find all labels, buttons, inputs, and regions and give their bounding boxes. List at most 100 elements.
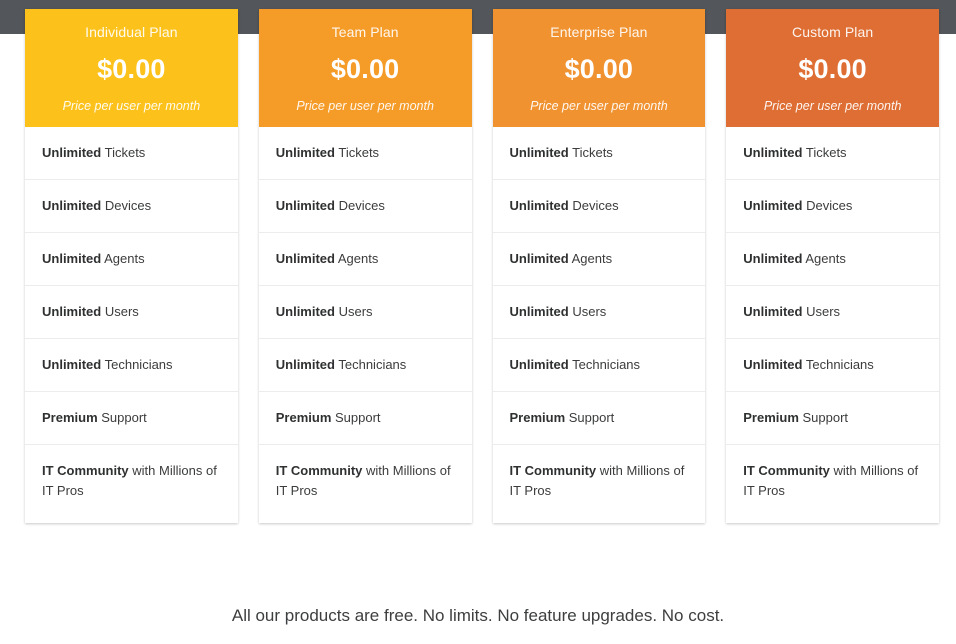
plan-price-period: Price per user per month (62, 99, 201, 113)
plan-header: Custom Plan $0.00 Price per user per month (726, 9, 939, 127)
feature-highlight: Unlimited (509, 357, 569, 372)
feature-highlight: Unlimited (743, 198, 803, 213)
plan-price: $0.00 (564, 54, 634, 84)
plan-feature-row: Unlimited Users (25, 286, 238, 339)
plan-feature-list: Unlimited Tickets Unlimited Devices Unlimi… (25, 127, 238, 523)
feature-highlight: Premium (509, 410, 566, 425)
feature-text: Devices (101, 198, 152, 213)
feature-text: Technicians (101, 357, 173, 372)
plan-feature-row: Unlimited Devices (25, 180, 238, 233)
plan-price-period: Price per user per month (763, 99, 902, 113)
feature-text: Agents (334, 251, 379, 266)
plan-price-period: Price per user per month (530, 99, 668, 113)
plan-feature-row: IT Community with Millions of IT Pros (493, 445, 706, 523)
plan-feature-row: Unlimited Technicians (492, 339, 706, 392)
plan-feature-row: Premium Support (25, 392, 238, 445)
feature-highlight: Unlimited (275, 304, 335, 319)
feature-text: Tickets (568, 145, 613, 160)
feature-highlight: Unlimited (42, 251, 102, 266)
plan-feature-row: Unlimited Tickets (492, 127, 706, 180)
feature-text: Devices (568, 198, 619, 213)
plan-feature-row: Unlimited Users (258, 286, 472, 339)
plan-feature-row: Unlimited Technicians (258, 339, 472, 392)
plan-name: Enterprise Plan (550, 24, 648, 40)
plan-feature-row: Unlimited Tickets (726, 127, 939, 180)
feature-highlight: Unlimited (743, 145, 803, 160)
feature-highlight: Premium (275, 410, 332, 425)
plan-feature-row: Unlimited Users (726, 286, 939, 339)
plan-feature-row: Premium Support (258, 392, 472, 445)
feature-highlight: Unlimited (42, 145, 102, 160)
pricing-tagline: All our products are free. No limits. No… (231, 606, 725, 625)
plan-card[interactable]: Custom Plan $0.00 Price per user per month… (726, 9, 939, 523)
plan-card[interactable]: Individual Plan $0.00 Price per user per m… (25, 9, 238, 523)
plan-header: Team Plan $0.00 Price per user per month (258, 9, 472, 127)
plan-header: Enterprise Plan $0.00 Price per user per m… (492, 9, 706, 127)
feature-highlight: Unlimited (42, 198, 102, 213)
plan-feature-row: Unlimited Devices (726, 180, 939, 233)
feature-text: Support (97, 410, 147, 425)
plan-name: Custom Plan (792, 24, 874, 40)
feature-text: Devices (334, 198, 385, 213)
plan-name: Team Plan (331, 24, 399, 40)
feature-highlight: Unlimited (275, 357, 335, 372)
feature-text: Technicians (568, 357, 641, 372)
feature-text: Tickets (101, 145, 146, 160)
feature-text: Tickets (334, 145, 380, 160)
plan-feature-row: Unlimited Tickets (25, 127, 238, 180)
plan-name: Individual Plan (85, 24, 178, 40)
feature-highlight: Unlimited (509, 251, 569, 266)
feature-highlight: Unlimited (743, 304, 803, 319)
feature-highlight: Premium (743, 410, 799, 425)
feature-text: Agents (101, 251, 145, 266)
feature-text: Support (331, 410, 381, 425)
feature-text: Support (565, 410, 615, 425)
feature-highlight: IT Community (42, 463, 129, 478)
feature-highlight: Unlimited (275, 198, 335, 213)
feature-text: Agents (802, 251, 846, 266)
plan-feature-row: Unlimited Agents (258, 233, 472, 286)
plan-feature-row: Unlimited Agents (726, 233, 939, 286)
plan-feature-row: Premium Support (492, 392, 706, 445)
plan-price: $0.00 (97, 54, 166, 84)
plan-feature-row: Unlimited Users (492, 286, 706, 339)
feature-text: Users (101, 304, 139, 319)
feature-highlight: Unlimited (509, 304, 569, 319)
plan-feature-row: IT Community with Millions of IT Pros (259, 445, 472, 523)
plan-feature-row: IT Community with Millions of IT Pros (726, 445, 939, 523)
plan-feature-list: Unlimited Tickets Unlimited Devices Unlimi… (492, 127, 706, 523)
plan-feature-row: Unlimited Agents (492, 233, 706, 286)
plan-card[interactable]: Enterprise Plan $0.00 Price per user per m… (492, 9, 706, 523)
plan-feature-row: Premium Support (726, 392, 939, 445)
feature-highlight: Unlimited (42, 357, 102, 372)
plan-feature-row: Unlimited Tickets (258, 127, 472, 180)
plan-header: Individual Plan $0.00 Price per user per m… (25, 9, 238, 127)
plan-feature-row: Unlimited Technicians (25, 339, 238, 392)
plan-feature-row: Unlimited Technicians (726, 339, 939, 392)
feature-highlight: IT Community (275, 463, 363, 478)
feature-text: Tickets (802, 145, 847, 160)
plan-feature-row: Unlimited Agents (25, 233, 238, 286)
feature-text: Users (568, 304, 607, 319)
plan-feature-row: Unlimited Devices (258, 180, 472, 233)
pricing-plans-container: Individual Plan $0.00 Price per user per m… (25, 9, 939, 523)
feature-highlight: Unlimited (42, 304, 102, 319)
pricing-page: Individual Plan $0.00 Price per user per m… (0, 0, 956, 644)
feature-text: Devices (802, 198, 853, 213)
feature-highlight: IT Community (743, 463, 830, 478)
feature-text: Users (334, 304, 373, 319)
feature-text: Users (802, 304, 841, 319)
plan-price-period: Price per user per month (296, 99, 434, 113)
feature-text: Agents (568, 251, 613, 266)
plan-feature-list: Unlimited Tickets Unlimited Devices Unlimi… (258, 127, 472, 523)
feature-highlight: Unlimited (275, 251, 335, 266)
feature-text: Technicians (334, 357, 407, 372)
plan-feature-row: Unlimited Devices (492, 180, 706, 233)
plan-card[interactable]: Team Plan $0.00 Price per user per month Un… (258, 9, 472, 523)
feature-highlight: Premium (42, 410, 98, 425)
feature-highlight: Unlimited (509, 145, 569, 160)
feature-text: Support (798, 410, 849, 425)
feature-highlight: Unlimited (509, 198, 569, 213)
feature-highlight: IT Community (509, 463, 597, 478)
feature-highlight: Unlimited (275, 145, 335, 160)
